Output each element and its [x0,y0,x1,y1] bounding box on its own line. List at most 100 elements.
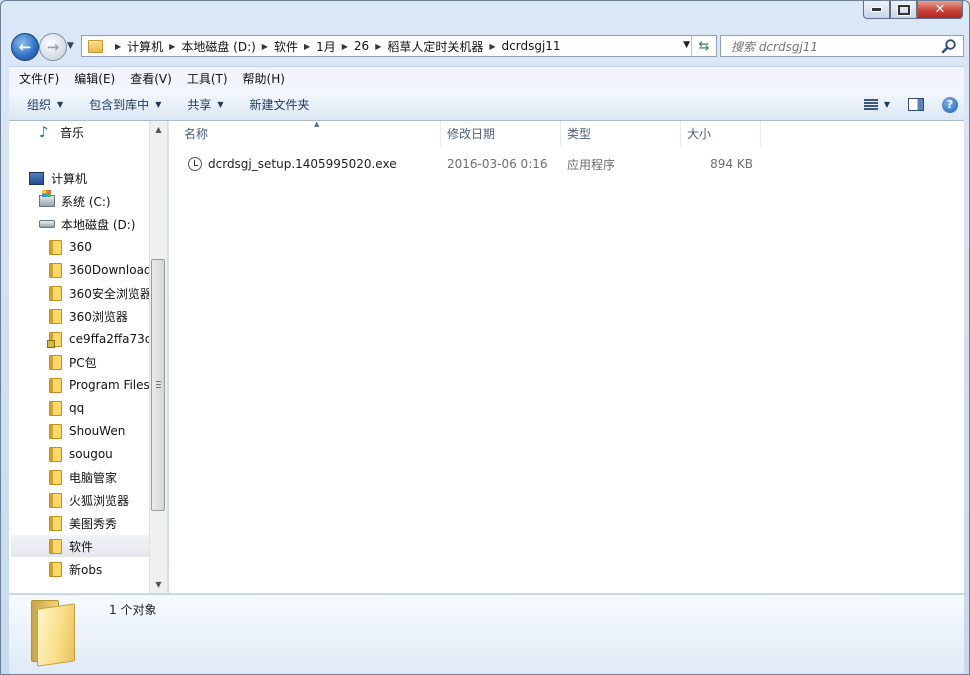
chevron-right-icon[interactable]: ▶ [262,42,268,51]
column-header-label: 名称 [184,127,209,141]
scroll-up-arrow-icon[interactable]: ▲ [150,121,167,138]
tree-item-folder[interactable]: sougou [49,443,113,465]
tree-item-folder[interactable]: 美图秀秀 [49,512,117,534]
chevron-down-icon: ▼ [155,100,162,109]
column-header-label: 大小 [687,127,712,141]
breadcrumb-item[interactable]: 1月 [316,38,336,55]
nav-pane-scrollbar[interactable]: ▲ ▼ [149,121,167,593]
hard-drive-icon [39,220,55,228]
chevron-right-icon[interactable]: ▶ [115,42,121,51]
chevron-right-icon[interactable]: ▶ [304,42,310,51]
minimize-button[interactable] [863,1,890,19]
file-row[interactable]: dcrdsgj_setup.1405995020.exe 2016-03-06 … [181,153,781,175]
tree-item-label: 音乐 [60,125,85,140]
search-box [720,35,964,57]
breadcrumb-item[interactable]: dcrdsgj11 [502,39,561,53]
maximize-button[interactable] [890,1,917,19]
back-button[interactable]: ← [11,33,39,61]
file-list-pane: 名称 ▲ 修改日期 类型 大小 dcrdsgj_setup.1405995020… [169,120,964,593]
tree-item-drive-c[interactable]: 系统 (C:) [39,190,111,212]
folder-icon [31,600,75,667]
tree-item-folder[interactable]: 360安全浏览器 [49,282,151,304]
tree-item-folder[interactable]: 360Downloads [49,259,151,281]
breadcrumb-item[interactable]: 软件 [274,38,298,55]
tree-item-folder[interactable]: PC包 [49,351,97,373]
column-header-modified[interactable]: 修改日期 [441,121,561,146]
menu-file[interactable]: 文件(F) [14,70,64,87]
tree-item-label: 系统 (C:) [61,194,111,209]
recent-pages-dropdown[interactable]: ▼ [67,41,74,51]
tree-item-folder[interactable]: ce9ffa2ffa73c0 [47,328,151,350]
refresh-icon: ⇆ [698,38,710,54]
address-history-dropdown[interactable]: ▼ [683,40,690,50]
breadcrumb: ▶ 计算机 ▶ 本地磁盘 (D:) ▶ 软件 ▶ 1月 ▶ 26 ▶ 稻草人定时… [109,38,561,55]
include-in-library-button[interactable]: 包含到库中 ▼ [81,96,169,113]
menu-edit[interactable]: 编辑(E) [69,70,120,87]
tree-item-folder[interactable]: 360浏览器 [49,305,128,327]
explorer-window: ✕ ← → ▼ ▶ 计算机 ▶ 本地磁盘 (D:) ▶ 软件 ▶ 1月 ▶ 26… [0,0,970,675]
folder-icon [49,515,62,531]
tree-item-folder[interactable]: ShouWen [49,420,125,442]
tree-item-label: ShouWen [69,424,126,438]
tree-item-folder[interactable]: 火狐浏览器 [49,489,129,511]
include-in-library-label: 包含到库中 [89,98,150,112]
folder-icon [49,377,62,393]
item-count: 1 个对象 [109,603,157,617]
forward-button[interactable]: → [39,33,67,61]
refresh-button[interactable]: ⇆ [691,36,716,56]
address-bar[interactable]: ▶ 计算机 ▶ 本地磁盘 (D:) ▶ 软件 ▶ 1月 ▶ 26 ▶ 稻草人定时… [81,35,717,57]
help-icon[interactable]: ? [942,96,958,113]
tree-item-label: Program Files [69,378,150,392]
column-header-name[interactable]: 名称 ▲ [178,120,441,146]
organize-button[interactable]: 组织 ▼ [19,96,71,113]
tree-item-drive-d[interactable]: 本地磁盘 (D:) [39,213,135,235]
view-options-dropdown[interactable]: ▼ [884,100,890,109]
file-size: 894 KB [710,157,753,171]
tree-item-label: qq [69,401,85,415]
search-input[interactable] [729,37,938,57]
chevron-right-icon[interactable]: ▶ [342,42,348,51]
folder-icon [49,308,62,324]
folder-icon [49,400,62,416]
tree-item-computer[interactable]: 计算机 [29,167,87,189]
chevron-right-icon[interactable]: ▶ [169,42,175,51]
tree-item-music[interactable]: ♪ 音乐 [39,121,84,143]
grip-icon [156,381,161,388]
tree-item-folder-selected[interactable]: 软件 [11,535,149,557]
tree-item-label: 360浏览器 [69,309,128,324]
scroll-down-arrow-icon[interactable]: ▼ [150,576,167,593]
close-button[interactable]: ✕ [917,1,963,19]
tree-item-folder[interactable]: 新obs [49,558,102,580]
folder-tree: ♪ 音乐 计算机 系统 (C:) 本地磁盘 (D:) 360 360Downlo… [9,121,151,593]
menu-tools[interactable]: 工具(T) [182,70,233,87]
breadcrumb-item[interactable]: 稻草人定时关机器 [387,38,483,55]
caption-buttons: ✕ [863,1,963,19]
menu-view[interactable]: 查看(V) [125,70,177,87]
scrollbar-thumb[interactable] [151,259,165,511]
new-folder-button[interactable]: 新建文件夹 [242,96,318,113]
column-header-size[interactable]: 大小 [681,121,761,146]
search-icon[interactable] [941,38,957,54]
tree-item-folder[interactable]: 电脑管家 [49,466,117,488]
file-name-cell: dcrdsgj_setup.1405995020.exe [188,153,397,175]
minimize-icon [871,7,882,12]
share-button[interactable]: 共享 ▼ [179,96,231,113]
arrow-left-icon: ← [18,38,32,56]
preview-pane-icon[interactable] [908,98,924,111]
tree-item-label: 360 [69,240,92,254]
tree-item-folder[interactable]: 360 [49,236,92,258]
chevron-right-icon[interactable]: ▶ [375,42,381,51]
column-header-type[interactable]: 类型 [561,121,681,146]
breadcrumb-item[interactable]: 26 [354,39,369,53]
column-header-label: 类型 [567,127,592,141]
menu-help[interactable]: 帮助(H) [238,70,290,87]
breadcrumb-item[interactable]: 计算机 [127,38,163,55]
tree-item-folder[interactable]: qq [49,397,84,419]
chevron-right-icon[interactable]: ▶ [489,42,495,51]
view-options-icon[interactable] [863,98,878,111]
breadcrumb-item[interactable]: 本地磁盘 (D:) [181,38,255,55]
navigation-bar: ← → ▼ ▶ 计算机 ▶ 本地磁盘 (D:) ▶ 软件 ▶ 1月 ▶ 26 ▶… [9,31,964,61]
tree-item-label: PC包 [69,355,97,370]
file-modified: 2016-03-06 0:16 [447,157,548,171]
tree-item-folder[interactable]: Program Files [49,374,150,396]
